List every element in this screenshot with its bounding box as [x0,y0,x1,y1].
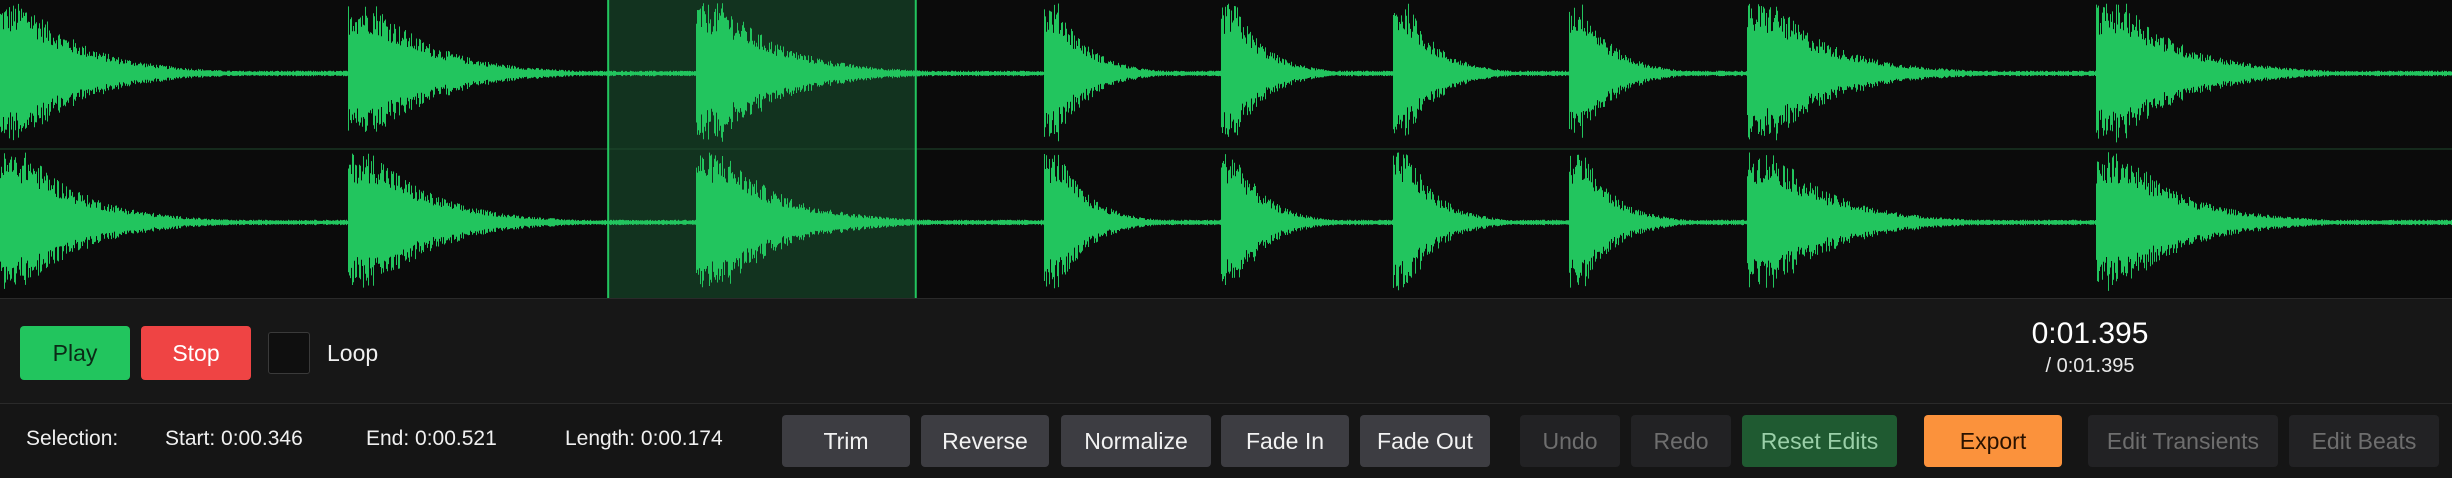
reset-edits-button[interactable]: Reset Edits [1742,415,1897,467]
stop-button[interactable]: Stop [141,326,251,380]
waveform-channel-1 [0,3,2452,143]
selection-title: Selection: [26,427,119,450]
selection-start: Start: 0:00.346 [165,427,303,450]
loop-checkbox[interactable] [268,332,310,374]
undo-button[interactable]: Undo [1520,415,1620,467]
export-button[interactable]: Export [1924,415,2062,467]
fade-in-button[interactable]: Fade In [1221,415,1349,467]
edit-transients-button[interactable]: Edit Transients [2088,415,2278,467]
total-time-display: / 0:01.395 [2045,355,2135,377]
waveform-display[interactable] [0,0,2452,299]
redo-button[interactable]: Redo [1631,415,1731,467]
loop-label: Loop [327,340,379,366]
play-button[interactable]: Play [20,326,130,380]
selection-length: Length: 0:00.174 [565,427,723,450]
selection-end: End: 0:00.521 [366,427,497,450]
reverse-button[interactable]: Reverse [921,415,1049,467]
edit-toolbar: Selection: Start: 0:00.346 End: 0:00.521… [0,404,2452,478]
waveform-canvas[interactable] [0,0,2452,298]
normalize-button[interactable]: Normalize [1061,415,1211,467]
current-time-display: 0:01.395 [2031,317,2149,350]
fade-out-button[interactable]: Fade Out [1360,415,1490,467]
trim-button[interactable]: Trim [782,415,910,467]
transport-bar: Play Stop Loop 0:01.395 / 0:01.395 [0,299,2452,404]
waveform-channel-2 [0,152,2452,291]
edit-beats-button[interactable]: Edit Beats [2289,415,2439,467]
